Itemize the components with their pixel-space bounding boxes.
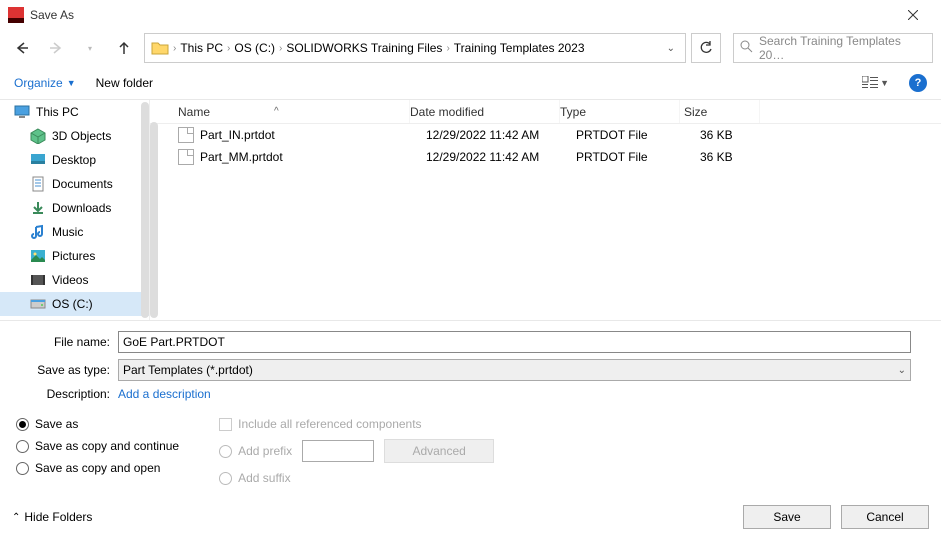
sidebar-item-label: Videos — [52, 273, 88, 287]
chevron-down-icon: ⌄ — [898, 365, 906, 376]
sidebar-item[interactable]: Desktop — [0, 148, 149, 172]
chevron-up-icon: ⌃ — [12, 512, 20, 523]
view-button[interactable]: ▼ — [862, 76, 889, 89]
file-icon — [178, 149, 194, 165]
file-name: Part_IN.prtdot — [200, 128, 275, 142]
description-label: Description: — [10, 387, 118, 401]
back-button[interactable] — [8, 34, 36, 62]
video-icon — [30, 272, 46, 288]
col-date[interactable]: Date modified — [410, 100, 560, 123]
sidebar-item[interactable]: Pictures — [0, 244, 149, 268]
app-icon — [8, 7, 24, 23]
download-icon — [30, 200, 46, 216]
breadcrumb[interactable]: This PC — [180, 41, 223, 55]
sidebar-item[interactable]: Downloads — [0, 196, 149, 220]
sidebar-item-label: Pictures — [52, 249, 95, 263]
folder-icon — [151, 39, 169, 57]
radio-save-as[interactable] — [16, 418, 29, 431]
col-type[interactable]: Type — [560, 100, 680, 123]
file-type: PRTDOT File — [576, 128, 696, 142]
up-button[interactable] — [110, 34, 138, 62]
music-icon — [30, 224, 46, 240]
recent-dropdown[interactable]: ▾ — [76, 34, 104, 62]
sidebar-item-label: 3D Objects — [52, 129, 111, 143]
sort-indicator-icon: ^ — [274, 106, 279, 117]
file-size: 36 KB — [696, 128, 776, 142]
address-dropdown-icon[interactable]: ⌄ — [663, 43, 679, 54]
hide-folders-button[interactable]: ⌃ Hide Folders — [12, 510, 92, 524]
file-type: PRTDOT File — [576, 150, 696, 164]
sidebar-item-label: OS (C:) — [52, 297, 93, 311]
monitor-icon — [14, 104, 30, 120]
radio-save-copy-open[interactable] — [16, 462, 29, 475]
file-name: Part_MM.prtdot — [200, 150, 283, 164]
column-headers: Name^ Date modified Type Size — [150, 100, 941, 124]
sidebar-item-label: Documents — [52, 177, 113, 191]
file-size: 36 KB — [696, 150, 776, 164]
breadcrumb[interactable]: SOLIDWORKS Training Files — [286, 41, 442, 55]
file-icon — [178, 127, 194, 143]
address-bar[interactable]: › This PC › OS (C:) › SOLIDWORKS Trainin… — [144, 33, 686, 63]
sidebar-item[interactable]: Music — [0, 220, 149, 244]
breadcrumb[interactable]: OS (C:) — [234, 41, 275, 55]
col-size[interactable]: Size — [680, 100, 760, 123]
file-name-label: File name: — [10, 335, 118, 349]
sidebar-item[interactable]: 3D Objects — [0, 124, 149, 148]
add-description-link[interactable]: Add a description — [118, 387, 211, 401]
nav-row: ▾ › This PC › OS (C:) › SOLIDWORKS Train… — [0, 30, 941, 66]
cancel-button[interactable]: Cancel — [841, 505, 929, 529]
sidebar: This PC 3D Objects Desktop Documents Downloa… — [0, 100, 150, 320]
file-list: Name^ Date modified Type Size Part_IN.pr… — [150, 100, 941, 320]
file-date: 12/29/2022 11:42 AM — [426, 128, 576, 142]
cube-icon — [30, 128, 46, 144]
file-name-input[interactable] — [118, 331, 911, 353]
forward-button[interactable] — [42, 34, 70, 62]
file-date: 12/29/2022 11:42 AM — [426, 150, 576, 164]
refresh-button[interactable] — [691, 33, 721, 63]
sidebar-item-label: Music — [52, 225, 83, 239]
close-icon[interactable] — [893, 0, 933, 30]
picture-icon — [30, 248, 46, 264]
save-button[interactable]: Save — [743, 505, 831, 529]
main-area: This PC 3D Objects Desktop Documents Downloa… — [0, 100, 941, 320]
radio-add-suffix — [219, 472, 232, 485]
title-bar: Save As — [0, 0, 941, 30]
save-options: Save as Save as copy and continue Save a… — [10, 407, 911, 493]
advanced-button: Advanced — [384, 439, 494, 463]
search-icon — [740, 40, 753, 56]
file-row[interactable]: Part_MM.prtdot 12/29/2022 11:42 AMPRTDOT … — [150, 146, 941, 168]
organize-button[interactable]: Organize▼ — [14, 76, 76, 90]
doc-icon — [30, 176, 46, 192]
sidebar-item[interactable]: Documents — [0, 172, 149, 196]
toolbar: Organize▼ New folder ▼ ? — [0, 66, 941, 100]
sidebar-item[interactable]: This PC — [0, 100, 149, 124]
search-input[interactable]: Search Training Templates 20… — [733, 33, 933, 63]
sidebar-item-label: This PC — [36, 105, 79, 119]
sidebar-item-label: Desktop — [52, 153, 96, 167]
footer: ⌃ Hide Folders Save Cancel — [0, 501, 941, 535]
check-include-refs[interactable] — [219, 418, 232, 431]
save-type-label: Save as type: — [10, 363, 118, 377]
save-type-select[interactable]: Part Templates (*.prtdot) ⌄ — [118, 359, 911, 381]
col-name[interactable]: Name^ — [150, 100, 410, 123]
sidebar-item[interactable]: OS (C:) — [0, 292, 149, 316]
disk-icon — [30, 296, 46, 312]
sidebar-item[interactable]: Videos — [0, 268, 149, 292]
new-folder-button[interactable]: New folder — [96, 76, 153, 90]
prefix-input — [302, 440, 374, 462]
bottom-panel: File name: Save as type: Part Templates … — [0, 320, 941, 501]
radio-save-copy-continue[interactable] — [16, 440, 29, 453]
sidebar-item-label: Downloads — [52, 201, 111, 215]
help-button[interactable]: ? — [909, 74, 927, 92]
radio-add-prefix — [219, 445, 232, 458]
file-row[interactable]: Part_IN.prtdot 12/29/2022 11:42 AMPRTDOT … — [150, 124, 941, 146]
desktop-icon — [30, 152, 46, 168]
breadcrumb[interactable]: Training Templates 2023 — [454, 41, 585, 55]
window-title: Save As — [30, 8, 74, 22]
search-placeholder: Search Training Templates 20… — [759, 34, 926, 62]
